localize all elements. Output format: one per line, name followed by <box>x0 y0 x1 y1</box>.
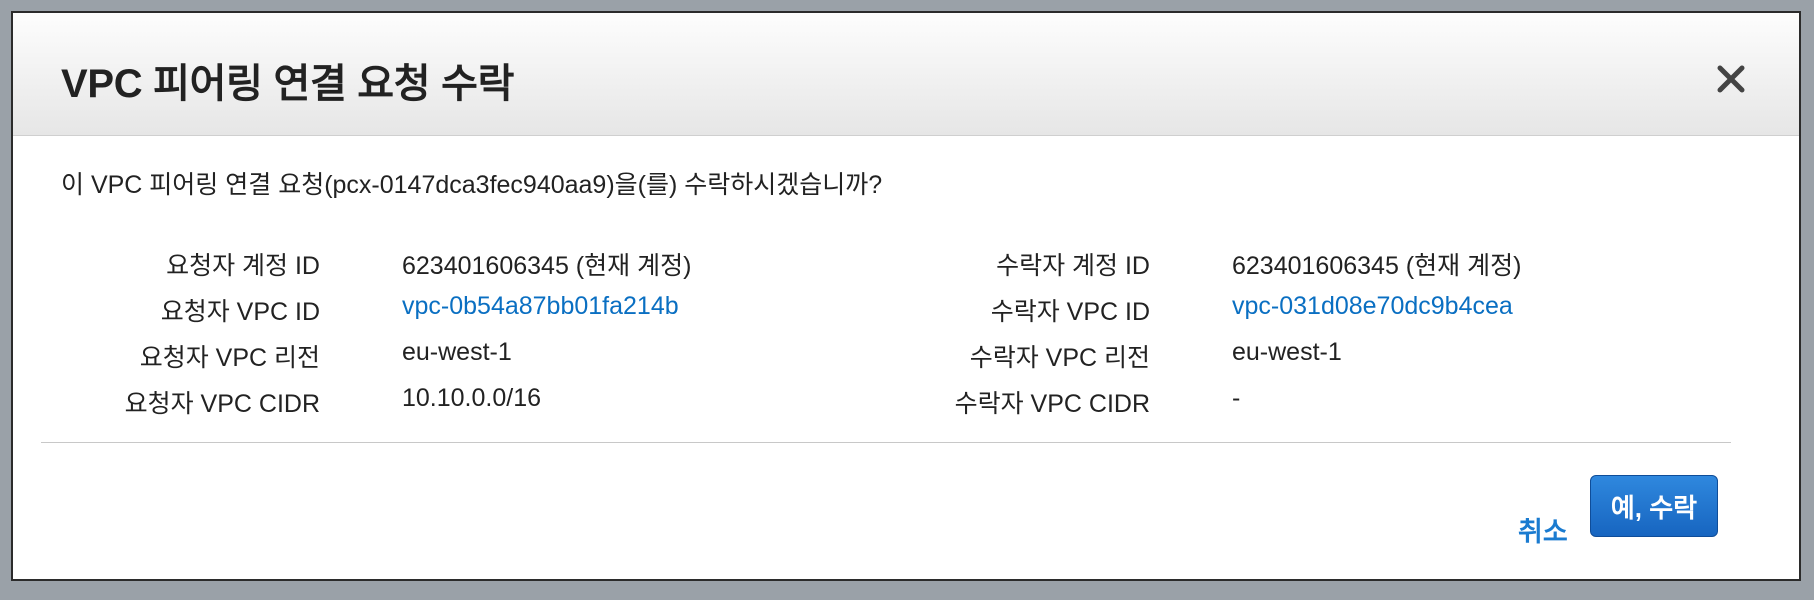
accepter-account-id-label: 수락자 계정 ID <box>996 252 1150 280</box>
accept-button[interactable]: 예, 수락 <box>1590 475 1718 537</box>
requester-vpc-id-link[interactable]: vpc-0b54a87bb01fa214b <box>402 292 679 321</box>
accepter-vpc-cidr-value: - <box>1232 384 1241 412</box>
accept-peering-dialog: VPC 피어링 연결 요청 수락 이 VPC 피어링 연결 요청(pcx-014… <box>11 11 1801 581</box>
accepter-account-id-value: 623401606345 (현재 계정) <box>1232 252 1522 280</box>
requester-vpc-id-label: 요청자 VPC ID <box>160 298 320 326</box>
requester-vpc-region-label: 요청자 VPC 리전 <box>139 344 320 372</box>
dialog-title: VPC 피어링 연결 요청 수락 <box>61 62 515 106</box>
accepter-vpc-region-value: eu-west-1 <box>1232 338 1342 366</box>
requester-vpc-region-value: eu-west-1 <box>402 338 512 366</box>
close-icon <box>1717 65 1745 93</box>
requester-account-id-label: 요청자 계정 ID <box>166 252 320 280</box>
requester-vpc-cidr-value: 10.10.0.0/16 <box>402 384 542 412</box>
requester-vpc-cidr-label: 요청자 VPC CIDR <box>124 390 320 418</box>
confirmation-question: 이 VPC 피어링 연결 요청(pcx-0147dca3fec940aa9)을(… <box>61 171 883 199</box>
accepter-vpc-id-label: 수락자 VPC ID <box>990 298 1150 326</box>
footer-divider <box>41 442 1731 443</box>
requester-account-id-value: 623401606345 (현재 계정) <box>402 252 692 280</box>
cancel-button[interactable]: 취소 <box>1518 510 1568 549</box>
accepter-vpc-region-label: 수락자 VPC 리전 <box>969 344 1150 372</box>
close-button[interactable] <box>1713 61 1749 97</box>
accepter-vpc-id-link[interactable]: vpc-031d08e70dc9b4cea <box>1232 292 1513 321</box>
dialog-header: VPC 피어링 연결 요청 수락 <box>13 13 1799 136</box>
accepter-vpc-cidr-label: 수락자 VPC CIDR <box>954 390 1150 418</box>
